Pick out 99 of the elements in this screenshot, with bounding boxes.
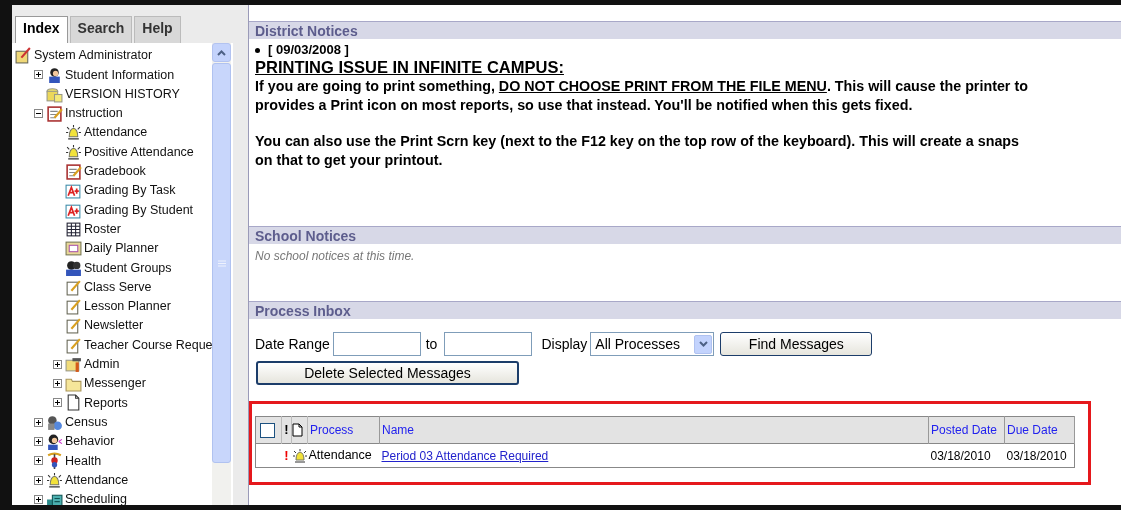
tree-item[interactable]: Messenger [84,374,146,394]
collapse-toggle[interactable] [34,109,43,119]
folder-icon [65,355,82,373]
tree-item[interactable]: Admin [84,355,120,374]
plus-icon [54,360,61,368]
notepad-icon [65,317,82,335]
tree-item[interactable]: Roster [84,219,121,239]
plus-icon [35,438,42,446]
bell-icon [46,471,63,489]
display-dropdown[interactable]: All Processes [590,332,715,356]
expand-toggle[interactable] [34,437,43,447]
tree-item[interactable]: Newsletter [84,316,144,336]
expand-toggle[interactable] [53,398,62,408]
plus-icon [54,380,61,388]
coins-icon [46,85,63,103]
expand-toggle[interactable] [34,494,43,504]
column-header-link[interactable]: Name [382,423,414,437]
display-label: Display [541,334,588,354]
clipboard-icon [15,47,32,65]
tree-item[interactable]: Teacher Course Reque [84,335,212,355]
tree-item[interactable]: Scheduling [65,490,127,505]
notepad-icon [65,278,82,296]
person-icon [46,433,63,451]
tree-item[interactable]: Census [65,412,108,432]
caret-up-icon [217,49,226,56]
tree-item[interactable]: Positive Attendance [84,142,194,162]
people-icon [46,413,63,431]
tree-item[interactable]: Attendance [65,470,129,490]
tree-item[interactable]: VERSION HISTORY [65,84,180,104]
tree-item[interactable]: Daily Planner [84,239,159,258]
plus-icon [54,399,61,407]
notebook-icon [46,105,63,123]
notepad-icon [65,336,82,354]
tree-item[interactable]: Health [65,451,102,471]
bell-icon [291,447,308,464]
notebook-icon [65,162,82,180]
section-header: Process Inbox [249,301,1121,319]
bell-icon [65,143,82,161]
date-from-field[interactable] [332,332,421,356]
tree-item[interactable]: Attendance [84,123,148,143]
grip-icon [217,259,226,267]
table-cell: 03/18/2010 [930,448,991,463]
tree-item[interactable]: Reports [84,393,128,413]
tab[interactable]: Search [69,16,133,43]
tree-item[interactable]: System Administrator [34,46,153,65]
bullet-icon [255,47,260,53]
column-header-link[interactable]: Due Date [1007,423,1058,437]
notepad-icon [65,298,82,315]
person-icon [46,66,63,84]
notice-date: [ 09/03/2008 ] [268,41,349,60]
section-header: District Notices [249,21,1121,39]
tree-item[interactable]: Class Serve [84,277,152,297]
tree-item[interactable]: Gradebook [84,162,146,181]
expand-toggle[interactable] [34,456,43,466]
empty-message: No school notices at this time. [254,248,416,265]
to-label: to [425,334,438,354]
plus-icon [35,457,42,465]
tree-item[interactable]: Student Groups [84,258,172,278]
expand-toggle[interactable] [34,417,43,427]
page-icon [65,394,82,412]
tab[interactable]: Index [15,16,68,43]
delete-messages-button[interactable]: Delete Selected Messages [256,361,519,385]
priority-mark: ! [284,447,289,463]
page-icon [292,423,303,437]
column-header-link[interactable]: Process [310,423,354,437]
plus-icon [35,418,42,426]
expand-toggle[interactable] [53,379,62,389]
tree-item[interactable]: Student Information [65,65,175,85]
planner-icon [65,240,82,258]
section-header: School Notices [249,226,1121,244]
column-header-link[interactable]: Posted Date [931,423,998,437]
plus-icon [35,71,42,79]
find-messages-button[interactable]: Find Messages [720,332,873,356]
tree-item[interactable]: Lesson Planner [84,297,171,316]
grade-icon [65,182,82,200]
tree-item[interactable]: Grading By Task [84,181,176,201]
date-range-label: Date Range [255,334,330,354]
notice-heading: PRINTING ISSUE IN INFINITE CAMPUS: [254,58,565,77]
column-header: ! [281,416,292,444]
grid-icon [65,220,82,238]
expand-toggle[interactable] [53,359,62,369]
notice-paragraph: If you are going to print something, DO NOT CHOOSE PRINT FROM THE FILE MENU. This will cause the printer to provides a Print icon on most reports, so use that instead. You'll be notified when this gets fixed. [254,77,1029,114]
plus-icon [35,495,42,503]
bell-icon [65,124,82,142]
expand-toggle[interactable] [34,70,43,80]
scroll-up-button[interactable] [212,43,231,62]
table-cell: Attendance [308,448,372,463]
select-all-checkbox[interactable] [260,422,275,438]
tree-item[interactable]: Grading By Student [84,200,194,220]
plus-icon [35,476,42,484]
tree-item[interactable]: Behavior [65,432,115,451]
notice-paragraph: You can also use the Print Scrn key (next to the F12 key on the top row of the keyboard). This will create a snaps on that to get your printout. [254,132,1020,169]
people-icon [65,259,82,277]
tab[interactable]: Help [134,16,181,43]
tree-item[interactable]: Instruction [65,104,123,123]
date-to-field[interactable] [444,332,533,356]
expand-toggle[interactable] [34,475,43,485]
table-cell: 03/18/2010 [1006,448,1067,463]
message-link[interactable]: Period 03 Attendance Required [381,448,549,463]
